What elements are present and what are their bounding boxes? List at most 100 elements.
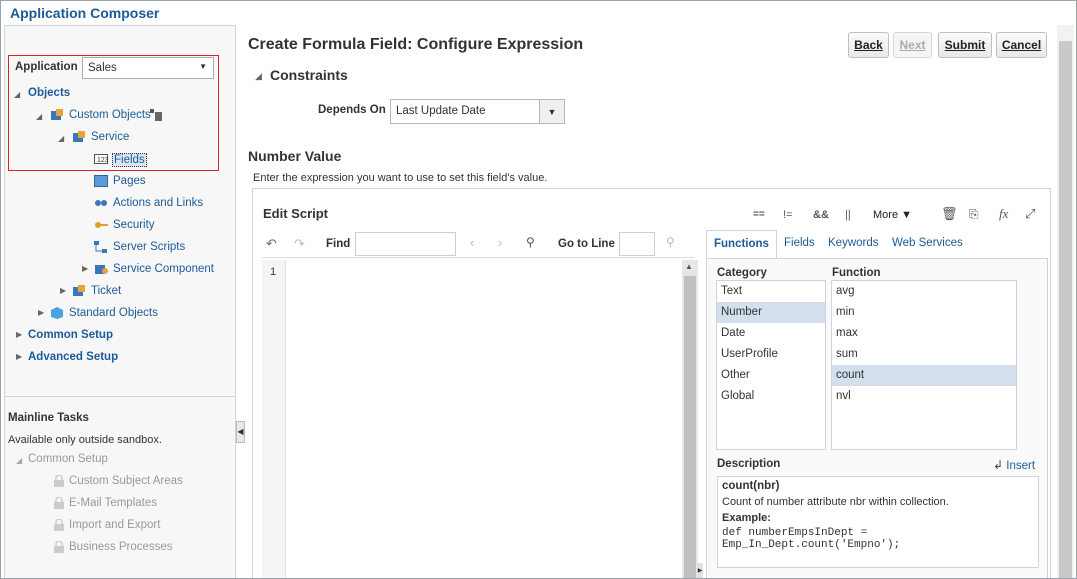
collapse-pane-button[interactable]: ◀ xyxy=(236,421,245,443)
function-list: avg min max sum count nvl xyxy=(831,280,1017,450)
app-window: Application Composer Application Sales ▼ … xyxy=(0,0,1077,579)
search-icon[interactable]: ⚲ xyxy=(666,235,675,249)
or-icon[interactable]: || xyxy=(845,209,851,221)
submit-button[interactable]: Submit xyxy=(938,32,992,58)
tree-advanced-setup[interactable]: Advanced Setup xyxy=(28,351,118,363)
trash-icon[interactable]: 🗑 xyxy=(941,206,958,222)
fields-icon: 123 xyxy=(94,154,108,164)
insert-label: Insert xyxy=(1006,460,1036,472)
tab-bar: Functions Fields Keywords Web Services xyxy=(706,230,1048,259)
function-icon[interactable]: fx xyxy=(999,206,1008,222)
category-item[interactable]: Number xyxy=(717,302,825,323)
category-list: Text Number Date UserProfile Other Globa… xyxy=(716,280,826,450)
undo-icon[interactable]: ↶ xyxy=(266,236,277,252)
find-label: Find xyxy=(326,238,351,250)
constraints-heading: Constraints xyxy=(270,67,348,83)
tree-standard-objects[interactable]: Standard Objects xyxy=(69,307,158,319)
insert-icon: ↲ xyxy=(993,458,1004,472)
collapse-icon[interactable]: ◢ xyxy=(255,71,262,82)
tab-functions[interactable]: Functions xyxy=(706,230,777,259)
function-item[interactable]: sum xyxy=(832,344,1016,365)
scroll-thumb[interactable] xyxy=(684,276,696,578)
expand-icon[interactable]: ▶ xyxy=(38,308,44,317)
go-to-line-input[interactable] xyxy=(619,232,655,256)
task-item: E-Mail Templates xyxy=(69,497,157,509)
tree-ticket[interactable]: Ticket xyxy=(91,285,121,297)
search-icon[interactable]: ⚲ xyxy=(526,235,535,249)
tree-pages[interactable]: Pages xyxy=(113,175,146,187)
expand-icon[interactable]: ▶ xyxy=(16,352,22,361)
insert-button[interactable]: ↲ Insert xyxy=(993,458,1035,472)
equals-icon[interactable]: == xyxy=(753,209,765,220)
main-content: Create Formula Field: Configure Expressi… xyxy=(246,25,1056,578)
more-menu[interactable]: More ▼ xyxy=(873,209,912,221)
category-item[interactable]: Text xyxy=(717,281,825,302)
edit-script-panel: Edit Script == != && || More ▼ 🗑 ⎘ fx ⤢ … xyxy=(252,188,1051,578)
editor-scrollbar[interactable]: ▲ xyxy=(682,260,698,578)
expand-icon[interactable]: ▶ xyxy=(16,330,22,339)
application-value: Sales xyxy=(88,62,117,74)
lock-icon xyxy=(54,519,64,531)
desc-text: Count of number attribute nbr within col… xyxy=(722,496,949,508)
pane-toggle-icon[interactable]: ▶ xyxy=(697,563,703,578)
function-item[interactable]: count xyxy=(832,365,1016,386)
script-editor[interactable] xyxy=(286,260,682,578)
application-select[interactable]: Sales ▼ xyxy=(82,57,214,79)
actions-icon xyxy=(95,200,107,206)
tree-service[interactable]: Service xyxy=(91,131,129,143)
lock-icon xyxy=(54,475,64,487)
svg-text:123: 123 xyxy=(97,157,108,164)
and-icon[interactable]: && xyxy=(813,209,829,221)
find-input[interactable] xyxy=(355,232,456,256)
category-item[interactable]: Global xyxy=(717,386,825,407)
category-item[interactable]: UserProfile xyxy=(717,344,825,365)
page-scroll-thumb[interactable] xyxy=(1059,41,1072,578)
key-icon xyxy=(95,222,108,228)
more-label: More xyxy=(873,209,899,221)
back-button[interactable]: Back xyxy=(848,32,889,58)
application-label: Application xyxy=(15,61,78,73)
tab-web-services[interactable]: Web Services xyxy=(892,237,963,249)
tree-service-component[interactable]: Service Component xyxy=(113,263,214,275)
collapse-icon[interactable]: ◢ xyxy=(36,112,42,121)
tree-actions-links[interactable]: Actions and Links xyxy=(113,197,203,209)
tab-fields[interactable]: Fields xyxy=(784,237,815,249)
description-box: count(nbr) Count of number attribute nbr… xyxy=(717,476,1039,568)
tree-objects[interactable]: Objects xyxy=(28,87,70,99)
tab-keywords[interactable]: Keywords xyxy=(828,237,879,249)
prev-icon[interactable]: ‹ xyxy=(470,235,474,250)
example-label: Example: xyxy=(722,512,771,524)
tasks-title: Mainline Tasks xyxy=(8,412,89,424)
editor-toolbar: ↶ ↷ Find ‹ › ⚲ Go to Line ⚲ xyxy=(262,230,694,258)
redo-icon[interactable]: ↷ xyxy=(294,236,305,252)
expand-icon[interactable]: ⤢ xyxy=(1025,206,1035,222)
expand-icon[interactable]: ▶ xyxy=(82,264,88,273)
divider xyxy=(5,396,235,397)
tree-server-scripts[interactable]: Server Scripts xyxy=(113,241,185,253)
tree-common-setup[interactable]: Common Setup xyxy=(28,329,113,341)
category-item[interactable]: Date xyxy=(717,323,825,344)
server-scripts-icon xyxy=(94,241,107,253)
clear-icon[interactable]: ⎘ xyxy=(969,207,979,222)
chevron-down-icon[interactable]: ▼ xyxy=(539,99,565,124)
category-label: Category xyxy=(717,267,767,279)
tree-security[interactable]: Security xyxy=(113,219,155,231)
function-item[interactable]: avg xyxy=(832,281,1016,302)
not-icon[interactable]: != xyxy=(783,209,792,221)
tasks-common-setup: Common Setup xyxy=(28,453,108,465)
function-item[interactable]: nvl xyxy=(832,386,1016,407)
next-icon[interactable]: › xyxy=(498,235,502,250)
task-item: Import and Export xyxy=(69,519,161,531)
cancel-button[interactable]: Cancel xyxy=(996,32,1047,58)
category-item[interactable]: Other xyxy=(717,365,825,386)
function-item[interactable]: max xyxy=(832,323,1016,344)
collapse-icon[interactable]: ◢ xyxy=(58,134,64,143)
description-label: Description xyxy=(717,458,781,470)
tree-custom-objects[interactable]: Custom Objects xyxy=(69,109,151,121)
collapse-icon[interactable]: ◢ xyxy=(14,90,20,99)
function-item[interactable]: min xyxy=(832,302,1016,323)
expand-icon[interactable]: ▶ xyxy=(60,286,66,295)
tree-fields[interactable]: Fields xyxy=(112,153,147,167)
scroll-up-icon[interactable]: ▲ xyxy=(685,262,693,271)
next-button[interactable]: Next xyxy=(893,32,932,58)
